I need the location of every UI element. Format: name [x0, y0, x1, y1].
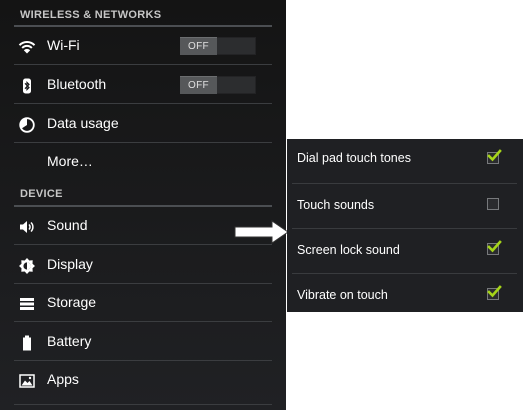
data-usage-icon: [18, 116, 36, 134]
more-label: More…: [47, 153, 93, 169]
sound-settings-panel: Dial pad touch tones Touch sounds Screen…: [287, 139, 523, 312]
checkmark-icon: [487, 149, 502, 162]
touch-sounds-checkbox[interactable]: [487, 198, 499, 210]
touch-sounds-label: Touch sounds: [297, 198, 375, 212]
settings-item-display[interactable]: Display: [14, 246, 272, 284]
settings-panel: WIRELESS & NETWORKS Wi-Fi OFF Bluetooth …: [0, 0, 286, 410]
settings-item-apps[interactable]: Apps: [14, 361, 272, 399]
storage-label: Storage: [47, 294, 97, 310]
screen-lock-sound-checkbox[interactable]: [487, 240, 502, 255]
dial-pad-touch-tones-row[interactable]: Dial pad touch tones: [287, 139, 523, 184]
brightness-icon: [18, 257, 36, 275]
device-header: DEVICE: [20, 188, 63, 200]
battery-icon: [18, 334, 36, 352]
wifi-icon: [18, 38, 36, 56]
storage-icon: [18, 295, 36, 313]
bluetooth-label: Bluetooth: [47, 76, 107, 92]
screen-lock-sound-row[interactable]: Screen lock sound: [287, 229, 523, 274]
arrow-right-icon: [234, 220, 289, 244]
wifi-label: Wi-Fi: [47, 37, 80, 53]
dial-pad-touch-tones-label: Dial pad touch tones: [297, 151, 411, 165]
display-label: Display: [47, 256, 93, 272]
apps-label: Apps: [47, 371, 79, 387]
vibrate-on-touch-label: Vibrate on touch: [297, 288, 388, 302]
settings-item-battery[interactable]: Battery: [14, 323, 272, 361]
bluetooth-toggle[interactable]: OFF: [180, 76, 256, 94]
settings-item-data-usage[interactable]: Data usage: [14, 105, 272, 143]
wifi-toggle-state: OFF: [180, 37, 217, 55]
vibrate-on-touch-row[interactable]: Vibrate on touch: [287, 274, 523, 312]
settings-item-wifi[interactable]: Wi-Fi OFF: [14, 27, 272, 65]
bluetooth-icon: [18, 77, 36, 95]
touch-sounds-row[interactable]: Touch sounds: [287, 184, 523, 229]
checkmark-icon: [487, 240, 502, 253]
settings-item-bluetooth[interactable]: Bluetooth OFF: [14, 66, 272, 104]
sound-label: Sound: [47, 217, 88, 233]
row-divider: [14, 103, 272, 104]
row-divider: [14, 64, 272, 65]
bluetooth-toggle-state: OFF: [180, 76, 217, 94]
apps-icon: [18, 372, 36, 390]
battery-label: Battery: [47, 333, 92, 349]
data-usage-label: Data usage: [47, 115, 119, 131]
vibrate-on-touch-checkbox[interactable]: [487, 285, 502, 300]
dial-pad-touch-tones-checkbox[interactable]: [487, 149, 502, 164]
wifi-toggle[interactable]: OFF: [180, 37, 256, 55]
settings-item-storage[interactable]: Storage: [14, 284, 272, 322]
row-divider: [14, 244, 272, 245]
wireless-networks-header: WIRELESS & NETWORKS: [20, 9, 162, 21]
row-divider: [14, 321, 272, 322]
screen-lock-sound-label: Screen lock sound: [297, 243, 400, 257]
checkmark-icon: [487, 285, 502, 298]
section-divider: [14, 404, 272, 405]
settings-item-more[interactable]: More…: [14, 143, 272, 181]
speaker-icon: [18, 218, 36, 236]
